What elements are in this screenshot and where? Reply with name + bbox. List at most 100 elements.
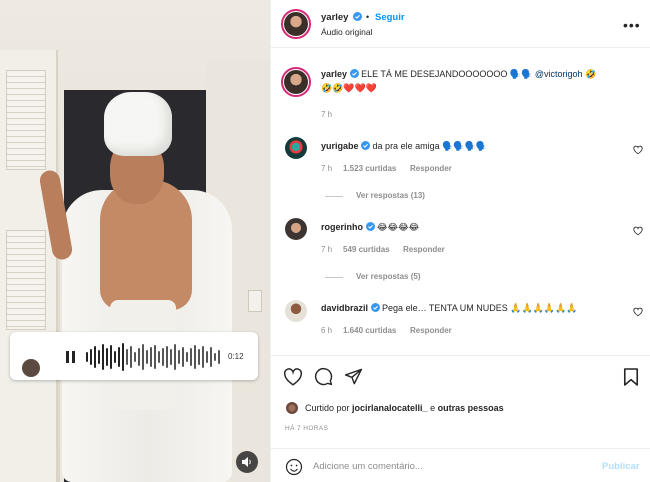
caption-text: ELE TÁ ME DESEJANDOOOOOOO 🗣️🗣️ — [361, 69, 535, 79]
waveform-bar — [90, 349, 92, 365]
post-header: yarley • Seguir Áudio original ••• — [271, 0, 650, 48]
replies-divider — [325, 196, 343, 197]
liker-username[interactable]: jocirlanalocatelli_ — [352, 403, 428, 413]
comment-text: Pega ele… TENTA UM NUDES 🙏🙏🙏🙏🙏🙏 — [382, 303, 578, 313]
media-door — [0, 50, 58, 482]
reply-button[interactable]: Responder — [403, 245, 445, 254]
likes-others[interactable]: outras pessoas — [438, 403, 504, 413]
view-replies-button[interactable]: Ver respostas (5) — [356, 272, 420, 281]
comment-icon[interactable] — [314, 367, 333, 386]
follow-button[interactable]: Seguir — [375, 12, 405, 23]
waveform-bar — [134, 352, 136, 362]
comment-likes[interactable]: 1.640 curtidas — [343, 326, 396, 335]
comment-item: rogerinho 😂😂😂😂 — [321, 220, 419, 234]
author-username[interactable]: yarley — [321, 12, 348, 23]
author-avatar[interactable] — [281, 9, 311, 39]
waveform-bar — [174, 344, 176, 370]
likes-middle: e — [427, 403, 438, 413]
audio-duration: 0:12 — [228, 352, 244, 361]
emoji-icon[interactable] — [285, 458, 303, 476]
liker-avatar[interactable] — [285, 401, 299, 415]
caption-time[interactable]: 7 h — [321, 110, 332, 119]
waveform-bar — [166, 346, 168, 368]
waveform-bar — [114, 351, 116, 363]
audio-link[interactable]: Áudio original — [321, 27, 373, 37]
waveform-bar — [186, 352, 188, 362]
heart-icon[interactable] — [633, 145, 643, 155]
media-louver — [6, 230, 46, 330]
caption-avatar[interactable] — [281, 67, 311, 97]
media-towel — [104, 92, 172, 156]
share-icon[interactable] — [344, 367, 363, 386]
waveform-bar — [122, 343, 124, 371]
comment-time[interactable]: 7 h — [321, 164, 332, 173]
bookmark-icon[interactable] — [623, 367, 639, 387]
likes-summary: Curtido por jocirlanalocatelli_ e outras… — [305, 403, 504, 413]
waveform-bar — [210, 347, 212, 367]
caption-mention[interactable]: @victorigoh — [535, 69, 583, 79]
verified-icon — [365, 222, 375, 231]
verified-icon — [353, 12, 362, 21]
comment-avatar[interactable] — [285, 218, 307, 240]
post-side-panel: yarley • Seguir Áudio original ••• yarle… — [270, 0, 650, 482]
likes-prefix: Curtido por — [305, 403, 353, 413]
heart-icon[interactable] — [633, 226, 643, 236]
volume-icon — [242, 457, 251, 467]
waveform-bar — [142, 344, 144, 370]
waveform-bar — [98, 350, 100, 364]
audio-avatar — [22, 359, 40, 377]
comment-input[interactable] — [313, 457, 593, 475]
heart-icon[interactable] — [283, 368, 303, 386]
comments-list[interactable]: yarley ELE TÁ ME DESEJANDOOOOOOO 🗣️🗣️ @v… — [271, 49, 650, 355]
reply-button[interactable]: Responder — [410, 326, 452, 335]
comment-username[interactable]: davidbrazil — [321, 303, 368, 313]
reply-button[interactable]: Responder — [410, 164, 452, 173]
caption-emojis: 🤣🤣❤️❤️❤️ — [321, 83, 378, 93]
post-media[interactable]: 0:12 — [0, 0, 270, 482]
more-icon[interactable]: ••• — [623, 17, 641, 33]
waveform-bar — [162, 348, 164, 366]
heart-icon[interactable] — [633, 307, 643, 317]
comment-text: 😂😂😂😂 — [377, 222, 420, 232]
waveform-bar — [126, 349, 128, 365]
comment-form: Publicar — [271, 448, 650, 482]
caption-username[interactable]: yarley — [321, 69, 347, 79]
waveform-bar — [146, 350, 148, 364]
publish-button[interactable]: Publicar — [602, 461, 640, 472]
post-caption: yarley ELE TÁ ME DESEJANDOOOOOOO 🗣️🗣️ @v… — [321, 67, 641, 95]
comment-avatar[interactable] — [285, 300, 307, 322]
comment-text: da pra ele amiga 🗣️🗣️🗣️🗣️ — [372, 141, 487, 151]
waveform-bar — [94, 346, 96, 368]
pause-icon[interactable] — [66, 351, 76, 363]
waveform-bar — [198, 349, 200, 365]
waveform-bar — [206, 351, 208, 363]
waveform-bar — [118, 347, 120, 367]
waveform-bar — [170, 349, 172, 365]
caption-tail: 🤣 — [582, 69, 597, 79]
comment-time[interactable]: 7 h — [321, 245, 332, 254]
waveform-bar — [154, 345, 156, 369]
verified-icon — [370, 303, 380, 312]
view-replies-button[interactable]: Ver respostas (13) — [356, 191, 425, 200]
waveform-bar — [218, 350, 220, 364]
volume-button[interactable] — [236, 451, 258, 473]
waveform-bar — [158, 351, 160, 363]
waveform-bar — [178, 350, 180, 364]
waveform-bar — [110, 345, 112, 369]
comment-username[interactable]: yurigabe — [321, 141, 359, 151]
waveform-bar — [214, 353, 216, 361]
waveform-bar — [190, 348, 192, 366]
post-timestamp[interactable]: HÁ 7 HORAS — [285, 425, 328, 432]
comment-likes[interactable]: 1.523 curtidas — [343, 164, 396, 173]
verified-icon — [349, 69, 359, 78]
replies-divider — [325, 277, 343, 278]
audio-waveform[interactable] — [86, 342, 222, 372]
comment-likes[interactable]: 549 curtidas — [343, 245, 390, 254]
waveform-bar — [86, 352, 88, 362]
comment-time[interactable]: 6 h — [321, 326, 332, 335]
comment-item: davidbrazil Pega ele… TENTA UM NUDES 🙏🙏🙏… — [321, 301, 578, 315]
comment-item: yurigabe da pra ele amiga 🗣️🗣️🗣️🗣️ — [321, 139, 487, 153]
waveform-bar — [202, 346, 204, 368]
comment-avatar[interactable] — [285, 137, 307, 159]
comment-username[interactable]: rogerinho — [321, 222, 363, 232]
